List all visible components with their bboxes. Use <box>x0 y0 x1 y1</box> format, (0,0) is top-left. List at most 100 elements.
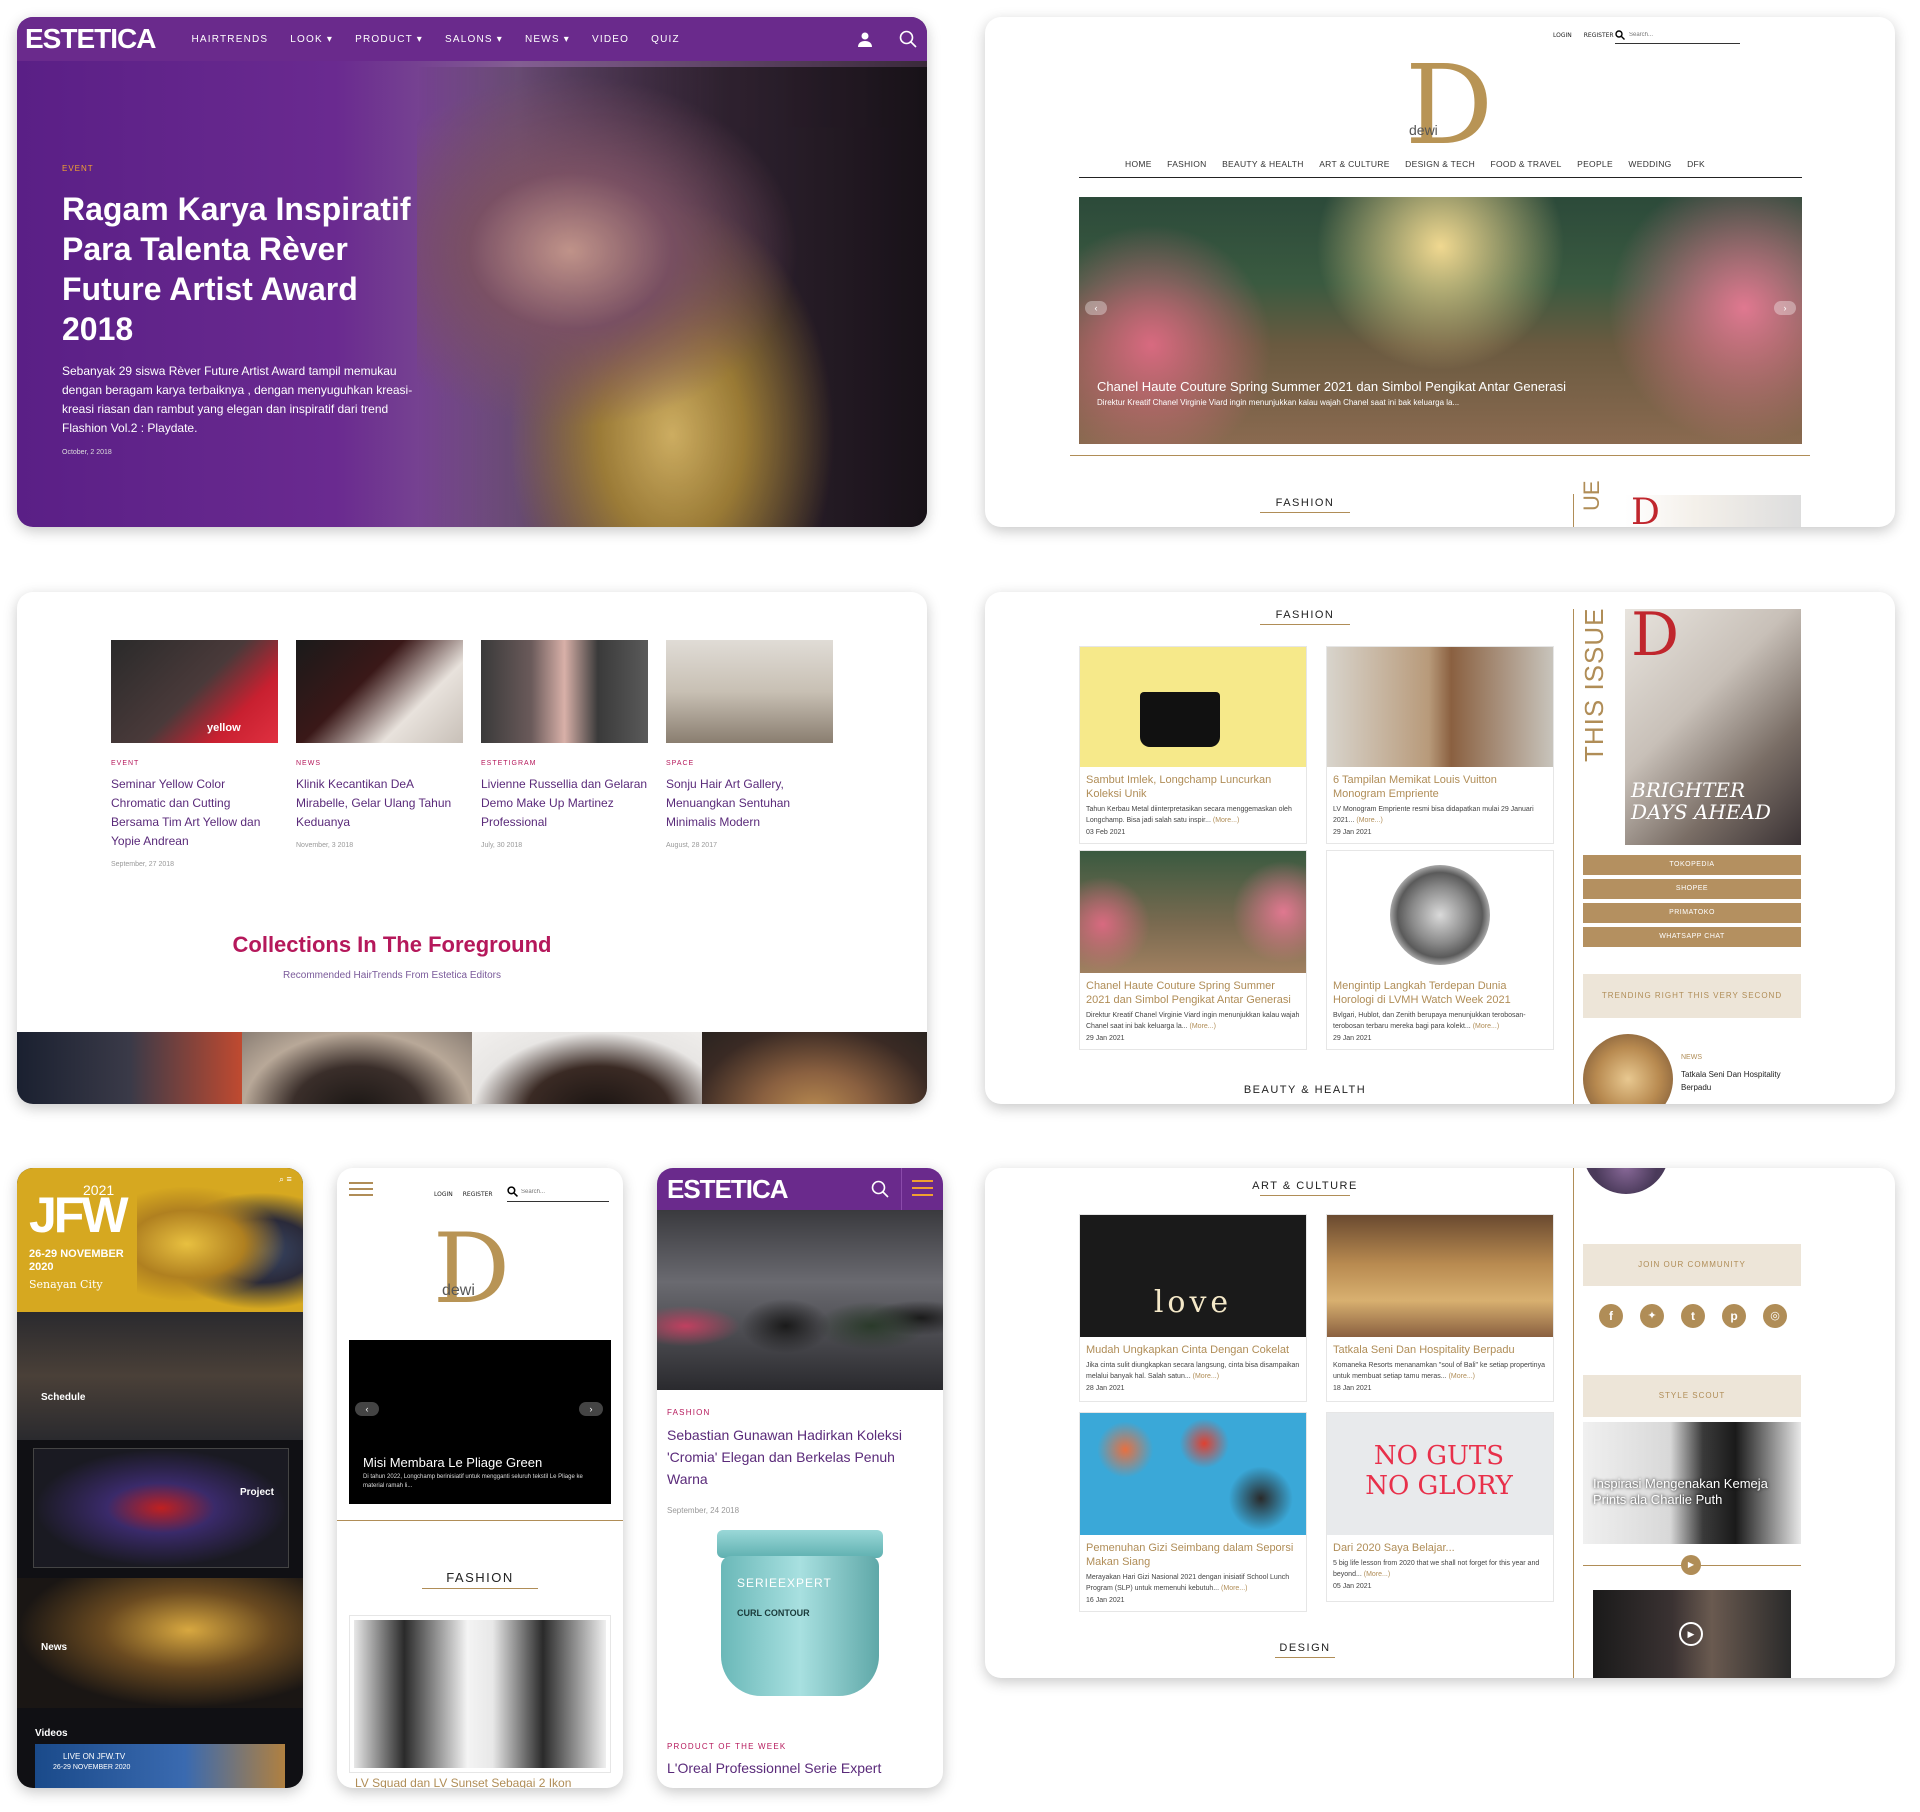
mobile-slide-title[interactable]: Misi Membara Le Pliage Green <box>363 1455 542 1470</box>
article-1-title[interactable]: Seminar Yellow Color Chromatic dan Cutti… <box>111 775 281 851</box>
search-input[interactable] <box>1629 31 1729 38</box>
instagram-icon[interactable]: ◎ <box>1763 1304 1787 1328</box>
tile-1-more-link[interactable]: (More...) <box>1213 817 1239 824</box>
jfw-project-panel[interactable]: Project <box>33 1448 289 1568</box>
art-tile-4-more-link[interactable]: (More...) <box>1364 1571 1390 1578</box>
dewi-search[interactable] <box>1615 26 1740 44</box>
mobile-slider-prev-icon[interactable]: ‹ <box>355 1402 379 1416</box>
nav-quiz[interactable]: QUIZ <box>651 34 680 45</box>
style-scout-image[interactable]: Inspirasi Mengenakan Kemeja Prints ala C… <box>1583 1422 1801 1544</box>
collection-strip-3[interactable] <box>472 1032 702 1104</box>
art-tile-3[interactable]: Pemenuhan Gizi Seimbang dalam Seporsi Ma… <box>1079 1412 1307 1612</box>
collection-strip-1[interactable] <box>17 1032 242 1104</box>
art-tile-2-title[interactable]: Tatkala Seni Dan Hospitality Berpadu <box>1327 1337 1553 1357</box>
mobile-dewi-logo[interactable]: D <box>433 1221 510 1317</box>
nav-video[interactable]: VIDEO <box>592 34 629 45</box>
fashion-tile-1[interactable]: Sambut Imlek, Longchamp Luncurkan Koleks… <box>1079 646 1307 844</box>
article-2-title[interactable]: Klinik Kecantikan DeA Mirabelle, Gelar U… <box>296 775 466 832</box>
product-jar[interactable]: SERIEEXPERT CURL CONTOUR <box>717 1530 883 1700</box>
twitter-icon[interactable]: ✦ <box>1640 1304 1664 1328</box>
nav-product[interactable]: PRODUCT ▾ <box>355 34 423 45</box>
jfw-live-banner[interactable]: LIVE ON JFW.TV 26-29 NOVEMBER 2020 <box>35 1744 285 1788</box>
article-2[interactable]: NEWS Klinik Kecantikan DeA Mirabelle, Ge… <box>296 760 466 849</box>
mobile-login-link[interactable]: LOGIN <box>434 1191 453 1198</box>
hamburger-icon[interactable] <box>349 1182 373 1196</box>
mobile-article-image[interactable] <box>349 1615 611 1773</box>
nav-hairtrends[interactable]: HAIRTRENDS <box>191 34 268 45</box>
thumb-3[interactable] <box>481 640 648 743</box>
youtube-icon[interactable]: ▶ <box>1681 1555 1701 1575</box>
news-label[interactable]: News <box>41 1642 67 1653</box>
trending-title[interactable]: Tatkala Seni Dan Hospitality Berpadu <box>1681 1068 1791 1094</box>
art-tile-4[interactable]: NO GUTS NO GLORY Dari 2020 Saya Belajar.… <box>1326 1412 1554 1602</box>
tile-2-more-link[interactable]: (More...) <box>1356 817 1382 824</box>
mobile-search[interactable] <box>507 1182 609 1202</box>
product-title[interactable]: L'Oreal Professionnel Serie Expert <box>667 1760 881 1776</box>
schedule-label[interactable]: Schedule <box>41 1392 85 1403</box>
login-link[interactable]: LOGIN <box>1553 32 1572 39</box>
art-tile-2-more-link[interactable]: (More...) <box>1449 1373 1475 1380</box>
video-thumbnail[interactable]: ▶ <box>1593 1590 1791 1678</box>
magazine-cover-partial[interactable]: D <box>1625 495 1801 527</box>
art-tile-1[interactable]: love Mudah Ungkapkan Cinta Dengan Cokela… <box>1079 1214 1307 1402</box>
art-tile-1-title[interactable]: Mudah Ungkapkan Cinta Dengan Cokelat <box>1080 1337 1306 1357</box>
nav-food-travel[interactable]: FOOD & TRAVEL <box>1491 159 1562 169</box>
article-4[interactable]: SPACE Sonju Hair Art Gallery, Menuangkan… <box>666 760 836 849</box>
search-icon[interactable] <box>899 30 917 48</box>
tile-4-title[interactable]: Mengintip Langkah Terdepan Dunia Horolog… <box>1327 973 1553 1007</box>
mobile-search-input[interactable] <box>521 1188 601 1195</box>
mobile-article-title[interactable]: LV Squad dan LV Sunset Sebagai 2 Ikon <box>355 1776 571 1788</box>
dewi-logo[interactable]: D <box>1405 50 1493 160</box>
mobile-estetica-logo[interactable]: ESTETICA <box>667 1174 789 1205</box>
mobile-menu-icon[interactable] <box>901 1168 943 1210</box>
play-icon[interactable]: ▶ <box>1679 1622 1703 1646</box>
jfw-schedule-panel[interactable]: Schedule <box>17 1312 303 1440</box>
nav-salons[interactable]: SALONS ▾ <box>445 34 503 45</box>
mobile-runway-photo[interactable] <box>657 1210 943 1390</box>
tumblr-icon[interactable]: t <box>1681 1304 1705 1328</box>
mobile-register-link[interactable]: REGISTER <box>463 1191 493 1198</box>
user-icon[interactable] <box>857 31 873 47</box>
mobile-search-icon[interactable] <box>871 1180 889 1198</box>
art-tile-2[interactable]: Tatkala Seni Dan Hospitality Berpadu Kom… <box>1326 1214 1554 1402</box>
collection-strip-4[interactable] <box>702 1032 927 1104</box>
slider-next-icon[interactable]: › <box>1774 301 1796 315</box>
article-3[interactable]: ESTETIGRAM Livienne Russellia dan Gelara… <box>481 760 651 849</box>
art-tile-4-title[interactable]: Dari 2020 Saya Belajar... <box>1327 1535 1553 1555</box>
nav-dfk[interactable]: DFK <box>1687 159 1705 169</box>
shop-primatoko-button[interactable]: PRIMATOKO <box>1583 903 1801 923</box>
article-1[interactable]: EVENT Seminar Yellow Color Chromatic dan… <box>111 760 281 868</box>
article-3-title[interactable]: Livienne Russellia dan Gelaran Demo Make… <box>481 775 651 832</box>
nav-art-culture[interactable]: ART & CULTURE <box>1319 159 1390 169</box>
nav-home[interactable]: HOME <box>1125 159 1152 169</box>
jfw-menu-icon[interactable]: ⌕ ≡ <box>279 1174 292 1185</box>
art-tile-3-title[interactable]: Pemenuhan Gizi Seimbang dalam Seporsi Ma… <box>1080 1535 1306 1569</box>
tile-3-more-link[interactable]: (More...) <box>1190 1023 1216 1030</box>
thumb-2[interactable] <box>296 640 463 743</box>
videos-label[interactable]: Videos <box>35 1728 68 1739</box>
fashion-tile-3[interactable]: Chanel Haute Couture Spring Summer 2021 … <box>1079 850 1307 1050</box>
facebook-icon[interactable]: f <box>1599 1304 1623 1328</box>
nav-news[interactable]: NEWS ▾ <box>525 34 570 45</box>
jfw-news-panel[interactable]: News <box>17 1578 303 1708</box>
project-label[interactable]: Project <box>240 1487 274 1498</box>
mobile-slider-next-icon[interactable]: › <box>579 1402 603 1416</box>
estetica-logo[interactable]: ESTETICA <box>25 23 156 55</box>
hero-slider[interactable]: ‹ › Chanel Haute Couture Spring Summer 2… <box>1079 197 1802 444</box>
slide-title[interactable]: Chanel Haute Couture Spring Summer 2021 … <box>1097 379 1566 394</box>
article-4-title[interactable]: Sonju Hair Art Gallery, Menuangkan Sentu… <box>666 775 836 832</box>
thumb-1[interactable]: yellow <box>111 640 278 743</box>
tile-1-title[interactable]: Sambut Imlek, Longchamp Luncurkan Koleks… <box>1080 767 1306 801</box>
trending-thumb[interactable] <box>1583 1034 1673 1104</box>
shop-tokopedia-button[interactable]: TOKOPEDIA <box>1583 855 1801 875</box>
mobile-article-title[interactable]: Sebastian Gunawan Hadirkan Koleksi 'Crom… <box>667 1424 933 1490</box>
nav-look[interactable]: LOOK ▾ <box>290 34 333 45</box>
tile-4-more-link[interactable]: (More...) <box>1473 1023 1499 1030</box>
mobile-slider[interactable]: ‹ › Misi Membara Le Pliage Green Di tahu… <box>349 1340 611 1504</box>
fashion-tile-4[interactable]: Mengintip Langkah Terdepan Dunia Horolog… <box>1326 850 1554 1050</box>
tile-3-title[interactable]: Chanel Haute Couture Spring Summer 2021 … <box>1080 973 1306 1007</box>
register-link[interactable]: REGISTER <box>1584 32 1614 39</box>
collection-strip-2[interactable] <box>242 1032 472 1104</box>
art-tile-1-more-link[interactable]: (More...) <box>1193 1373 1219 1380</box>
fashion-tile-2[interactable]: 6 Tampilan Memikat Louis Vuitton Monogra… <box>1326 646 1554 844</box>
